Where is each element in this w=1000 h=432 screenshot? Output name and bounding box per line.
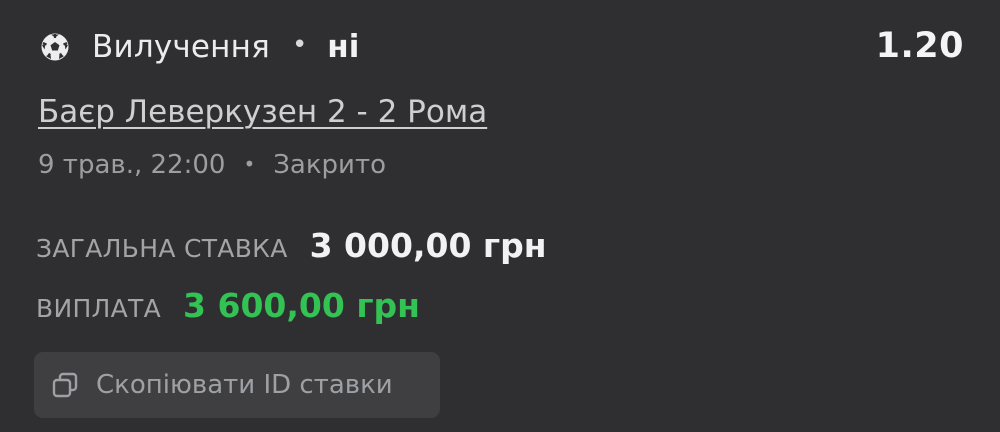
stake-label: ЗАГАЛЬНА СТАВКА	[36, 234, 288, 263]
soccer-ball-icon	[38, 30, 72, 64]
separator-dot: •	[291, 30, 308, 60]
copy-icon	[50, 370, 80, 400]
payout-row: ВИПЛАТА 3 600,00 грн	[36, 286, 420, 325]
selection-name: ні	[327, 29, 360, 65]
event-meta: 9 трав., 22:00 • Закрито	[38, 150, 386, 180]
copy-bet-id-button[interactable]: Скопіювати ID ставки	[34, 352, 440, 418]
bet-header: Вилучення • ні 1.20	[38, 22, 964, 72]
payout-label: ВИПЛАТА	[36, 294, 162, 323]
copy-bet-id-label: Скопіювати ID ставки	[96, 370, 393, 400]
event-datetime: 9 трав., 22:00	[38, 150, 226, 180]
odds-value: 1.20	[875, 26, 964, 66]
event-link[interactable]: Баєр Леверкузен 2 - 2 Рома	[38, 94, 487, 130]
stake-value: 3 000,00 грн	[309, 226, 547, 265]
meta-separator-dot: •	[243, 152, 256, 176]
payout-value: 3 600,00 грн	[183, 286, 420, 325]
market-name: Вилучення	[92, 29, 270, 65]
bet-status: Закрито	[273, 150, 386, 180]
stake-row: ЗАГАЛЬНА СТАВКА 3 000,00 грн	[36, 226, 547, 265]
bet-card: Вилучення • ні 1.20 Баєр Леверкузен 2 - …	[0, 0, 1000, 432]
